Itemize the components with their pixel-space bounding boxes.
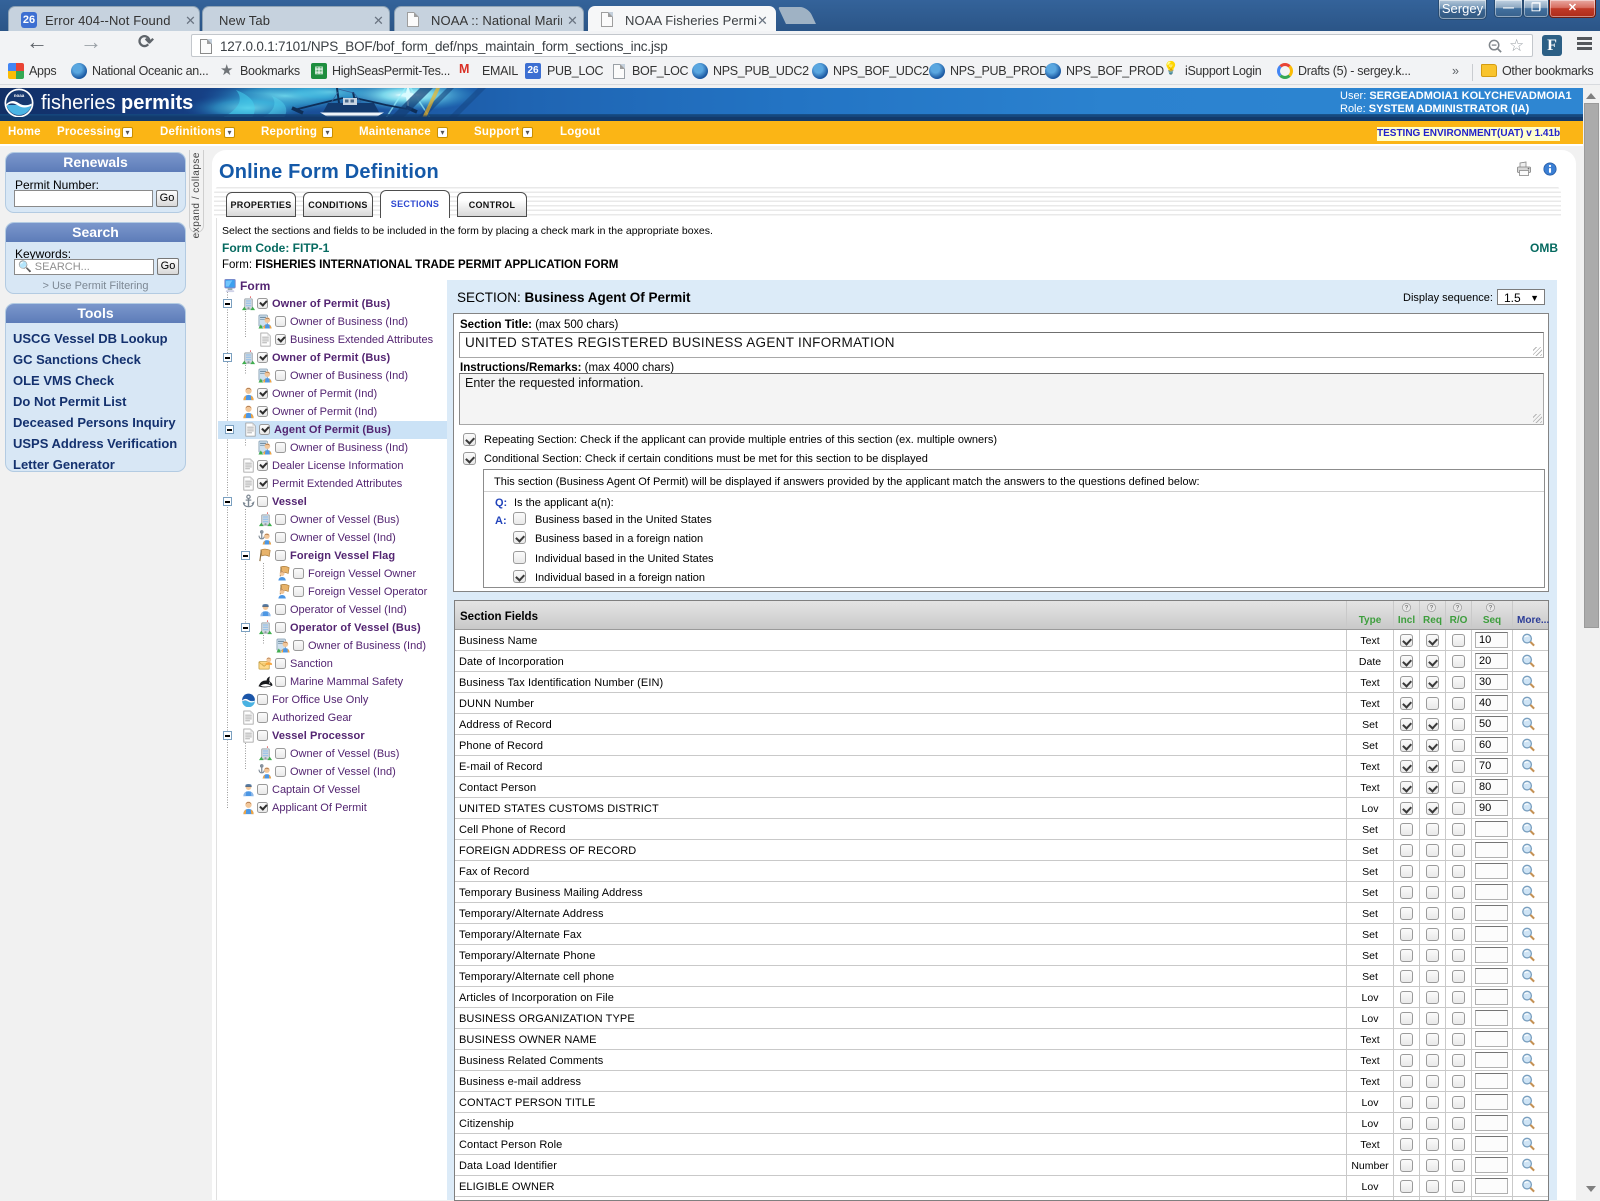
svg-text:noaa: noaa <box>14 93 25 98</box>
